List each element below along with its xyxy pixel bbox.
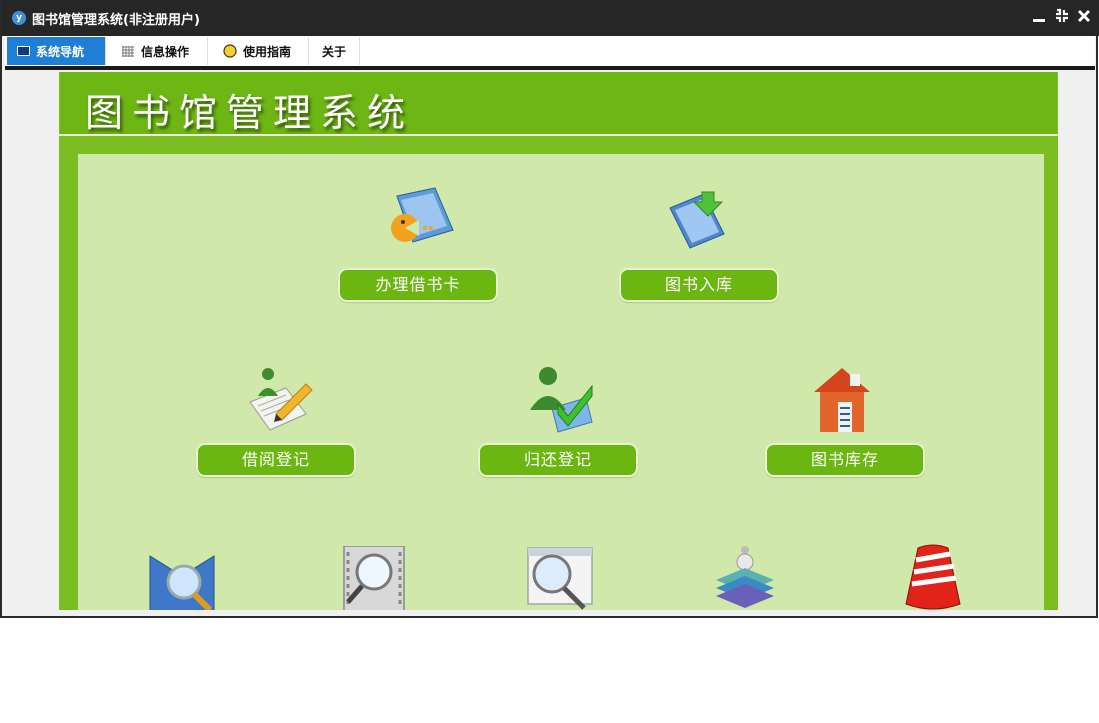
borrow-register-icon[interactable] — [246, 362, 316, 434]
close-icon[interactable] — [1077, 8, 1091, 28]
grid-icon — [122, 46, 134, 57]
title-bar[interactable]: y 图书馆管理系统(非注册用户) — [2, 0, 1099, 36]
book-search-icon[interactable] — [148, 546, 220, 610]
restore-icon[interactable] — [1054, 8, 1070, 28]
film-search-icon[interactable] — [338, 546, 408, 610]
tab-label: 关于 — [322, 44, 347, 59]
window-title: 图书馆管理系统(非注册用户) — [32, 13, 200, 28]
web-search-icon[interactable] — [524, 544, 596, 610]
tab-user-guide[interactable]: 使用指南 — [209, 37, 309, 65]
book-inventory-icon[interactable] — [810, 362, 874, 436]
tab-info-operation[interactable]: 信息操作 — [108, 37, 208, 65]
banner-title: 图书馆管理系统 — [85, 91, 415, 135]
book-inventory-button[interactable]: 图书库存 — [765, 443, 925, 477]
menu-divider — [5, 66, 1095, 70]
library-card-icon[interactable] — [383, 184, 455, 254]
navigation-area: 图书馆管理系统 办理借书卡 图书入库 借阅登记 归还登记 图书库存 — [59, 72, 1058, 610]
library-card-button[interactable]: 办理借书卡 — [338, 268, 498, 302]
borrow-register-button[interactable]: 借阅登记 — [196, 443, 356, 477]
tab-about[interactable]: 关于 — [310, 37, 360, 65]
tab-label: 使用指南 — [243, 44, 292, 59]
alarm-bell-icon[interactable] — [900, 544, 966, 610]
return-register-button[interactable]: 归还登记 — [478, 443, 638, 477]
app-window: y 图书馆管理系统(非注册用户) 系统导航 信息操作 使用指南 关于 图书馆管理… — [0, 0, 1099, 618]
banner-divider — [59, 134, 1058, 136]
tab-system-navigation[interactable]: 系统导航 — [7, 37, 106, 65]
monitor-icon — [17, 46, 30, 56]
tab-label: 信息操作 — [141, 44, 190, 59]
book-import-icon[interactable] — [666, 186, 736, 256]
minimize-icon[interactable] — [1032, 8, 1046, 28]
menu-bar: 系统导航 信息操作 使用指南 关于 — [5, 36, 1095, 66]
banner: 图书馆管理系统 — [60, 72, 1057, 135]
return-register-icon[interactable] — [528, 364, 598, 434]
tab-label: 系统导航 — [36, 44, 85, 59]
app-logo-icon: y — [12, 11, 26, 25]
function-panel: 办理借书卡 图书入库 借阅登记 归还登记 图书库存 — [78, 154, 1044, 610]
book-stack-icon[interactable] — [712, 544, 778, 610]
book-import-button[interactable]: 图书入库 — [619, 268, 779, 302]
help-bulb-icon — [223, 44, 237, 58]
